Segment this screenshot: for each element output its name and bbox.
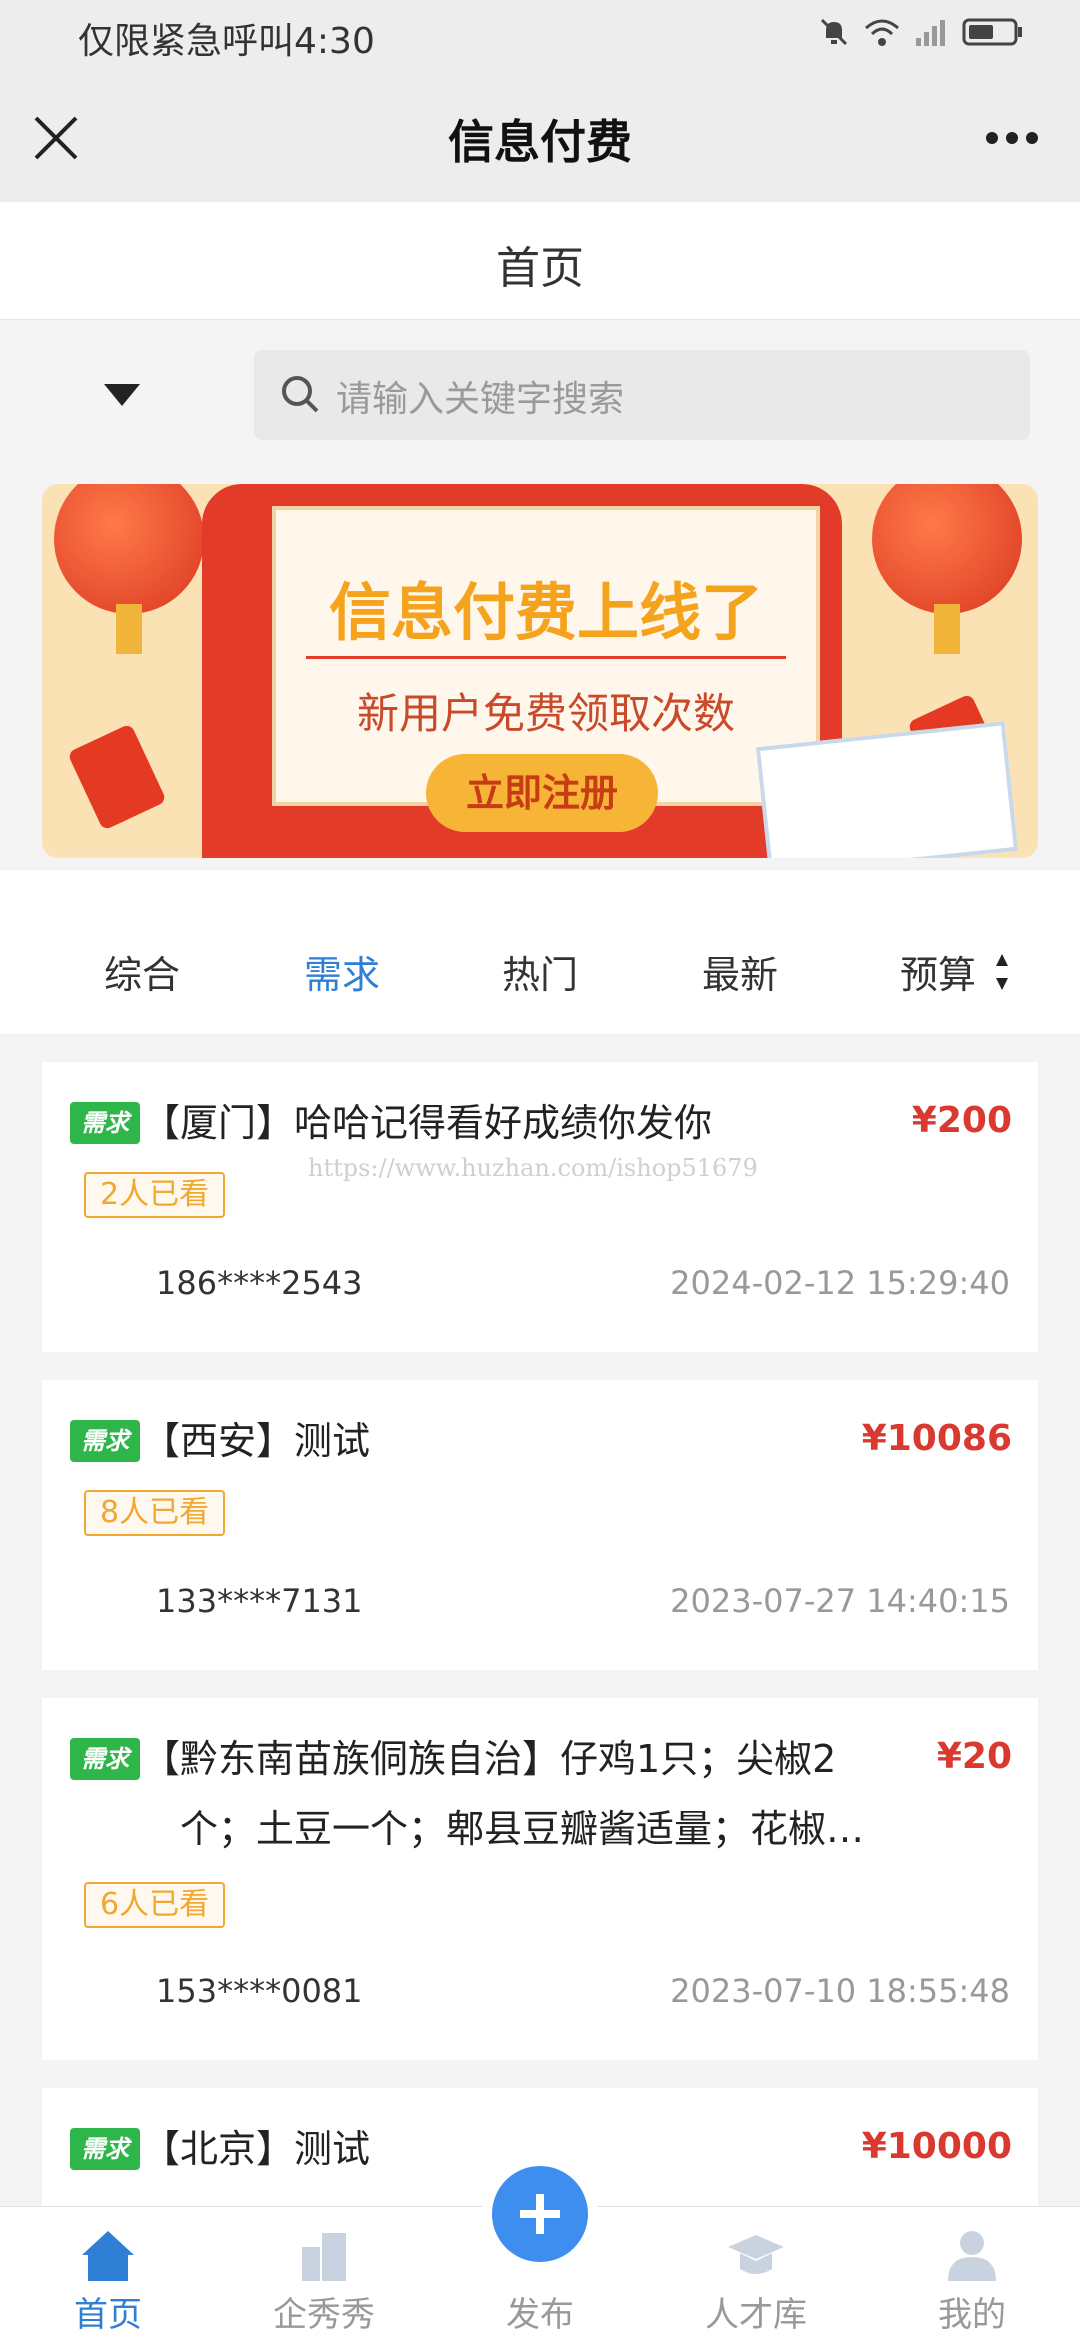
demand-tag: 需求 xyxy=(70,1102,140,1144)
listing-title: 【西安】测试 xyxy=(142,1419,371,1463)
listing-price: ¥200 xyxy=(911,1100,1012,1141)
listing-phone: 133****7131 xyxy=(156,1582,363,1620)
page-header: 首页 xyxy=(0,202,1080,320)
nav-home-label: 首页 xyxy=(74,2295,142,2335)
lantern-right-icon xyxy=(872,484,1022,654)
banner-subtitle: 新用户免费领取次数 xyxy=(356,689,735,738)
demand-tag: 需求 xyxy=(70,1738,140,1780)
seen-count-badge: 2人已看 xyxy=(84,1172,226,1218)
nav-showcase[interactable]: 企秀秀 xyxy=(216,2207,432,2340)
listing-card[interactable]: 需求 【西安】测试 ¥10086 8人已看 133****7131 2023-0… xyxy=(42,1380,1038,1670)
tab-hot[interactable]: 热门 xyxy=(502,944,578,999)
dropdown-triangle-icon[interactable] xyxy=(104,384,140,406)
watermark-text: https://www.huzhan.com/ishop51679 xyxy=(308,1154,758,1182)
wifi-icon xyxy=(865,19,899,46)
seen-count-badge: 8人已看 xyxy=(84,1490,226,1536)
listing-date: 2023-07-27 14:40:15 xyxy=(670,1582,1010,1620)
graduation-cap-icon xyxy=(728,2235,784,2274)
listing-title-line1: 【黔东南苗族侗族自治】仔鸡1只；尖椒2 xyxy=(142,1737,837,1781)
user-icon xyxy=(948,2231,996,2281)
search-icon xyxy=(282,376,319,413)
signal-icon xyxy=(916,20,945,46)
banner-title: 信息付费上线了 xyxy=(328,576,763,649)
nav-talent[interactable]: 人才库 xyxy=(648,2207,864,2340)
filter-tabs: 综合 需求 热门 最新 预算 xyxy=(0,870,1080,1034)
listing-card[interactable]: 需求 【黔东南苗族侗族自治】仔鸡1只；尖椒2 个；土豆一个；郫县豆瓣酱适量；花椒… xyxy=(42,1698,1038,2060)
demand-tag: 需求 xyxy=(70,2128,140,2170)
status-time: 4:30 xyxy=(294,21,375,62)
nav-talent-label: 人才库 xyxy=(705,2295,807,2335)
listing-phone: 153****0081 xyxy=(156,1972,363,2010)
tab-demand[interactable]: 需求 xyxy=(304,944,380,999)
search-row: 请输入关键字搜索 xyxy=(0,320,1080,470)
battery-icon xyxy=(962,18,1022,46)
lantern-left-icon xyxy=(54,484,204,654)
promo-banner[interactable]: 信息付费上线了 新用户免费领取次数 立即注册 xyxy=(42,484,1038,858)
listing-phone: 186****2543 xyxy=(156,1264,363,1302)
register-button[interactable]: 立即注册 xyxy=(426,754,658,832)
navbar-title: 信息付费 xyxy=(448,115,632,169)
nav-showcase-label: 企秀秀 xyxy=(273,2295,375,2335)
building-icon xyxy=(302,2233,346,2281)
listing-title-line2: 个；土豆一个；郫县豆瓣酱适量；花椒… xyxy=(180,1807,865,1851)
app-navbar: 信息付费 xyxy=(0,72,1080,202)
status-bar: 仅限紧急呼叫4:30 xyxy=(0,0,1080,72)
status-icons xyxy=(818,16,1024,48)
tab-budget[interactable]: 预算 xyxy=(900,944,976,999)
listing-price: ¥20 xyxy=(936,1736,1012,1777)
nav-home[interactable]: 首页 xyxy=(0,2207,216,2340)
listing-title: 【厦门】哈哈记得看好成绩你发你 xyxy=(142,1101,713,1145)
search-placeholder: 请输入关键字搜索 xyxy=(336,379,625,420)
listing-date: 2023-07-10 18:55:48 xyxy=(670,1972,1010,2010)
search-input[interactable]: 请输入关键字搜索 xyxy=(254,350,1030,440)
home-icon xyxy=(82,2231,134,2281)
more-options-icon[interactable] xyxy=(984,130,1040,146)
listing-price: ¥10086 xyxy=(861,1418,1012,1459)
mute-bell-icon xyxy=(820,18,848,46)
nav-profile-label: 我的 xyxy=(938,2295,1006,2335)
listing-date: 2024-02-12 15:29:40 xyxy=(670,1264,1010,1302)
sort-arrows-icon[interactable] xyxy=(994,952,1010,992)
page-title: 首页 xyxy=(496,243,584,294)
nav-profile[interactable]: 我的 xyxy=(864,2207,1080,2340)
red-envelope-icon xyxy=(67,723,167,831)
seen-count-badge: 6人已看 xyxy=(84,1882,226,1928)
listing-price: ¥10000 xyxy=(861,2126,1012,2167)
tab-comprehensive[interactable]: 综合 xyxy=(104,944,180,999)
status-carrier-time: 仅限紧急呼叫4:30 xyxy=(78,12,375,64)
nav-publish-label: 发布 xyxy=(506,2295,574,2335)
tab-latest[interactable]: 最新 xyxy=(702,944,778,999)
listing-card[interactable]: 需求 【厦门】哈哈记得看好成绩你发你 ¥200 2人已看 186****2543… xyxy=(42,1062,1038,1352)
demand-tag: 需求 xyxy=(70,1420,140,1462)
listing-title: 【北京】测试 xyxy=(142,2127,371,2171)
banner-divider xyxy=(306,656,786,659)
status-carrier: 仅限紧急呼叫 xyxy=(78,21,295,62)
publish-plus-button[interactable] xyxy=(482,2156,598,2272)
